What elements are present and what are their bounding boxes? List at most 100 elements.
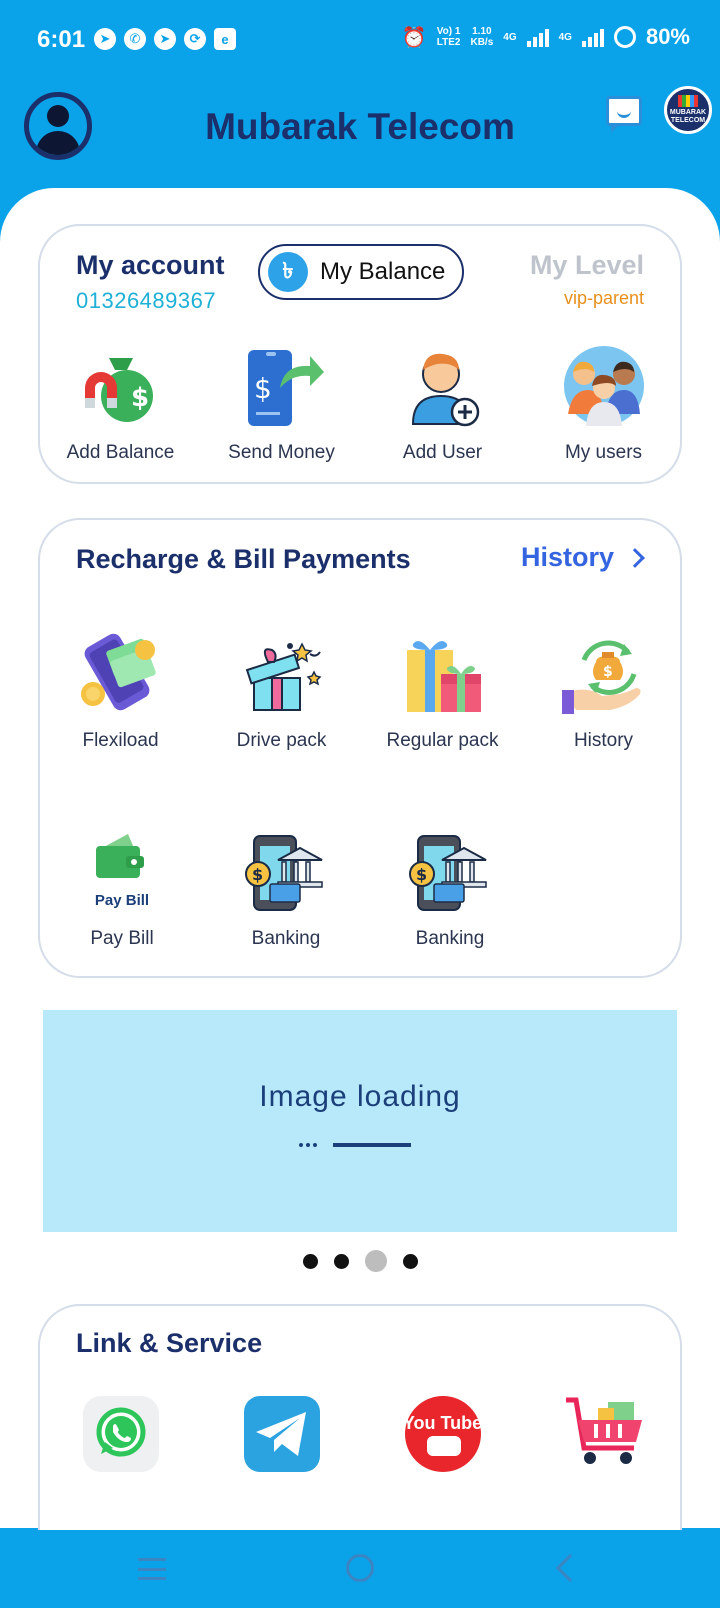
account-phone: 01326489367	[76, 288, 217, 313]
volte-indicator: Vo) 1 LTE2	[436, 26, 461, 48]
gift-boxes-icon	[401, 632, 485, 716]
banking-button[interactable]: $ Banking	[204, 830, 368, 950]
add-user-button[interactable]: Add User	[362, 344, 523, 464]
sim1-type: 4G	[503, 31, 517, 43]
my-users-label: My users	[564, 442, 643, 463]
battery-icon	[613, 26, 636, 48]
add-balance-label: Add Balance	[66, 442, 175, 463]
taka-icon: ৳	[268, 252, 308, 292]
add-user-icon	[401, 344, 485, 428]
whatsapp-link[interactable]	[40, 1392, 201, 1476]
gift-box-icon	[240, 632, 324, 716]
svg-text:$: $	[254, 372, 272, 405]
status-time: 6:01	[37, 26, 86, 53]
svg-text:$: $	[131, 383, 149, 413]
youtube-icon: You Tube	[401, 1392, 485, 1476]
regular-pack-label: Regular pack	[386, 730, 499, 751]
sim2-type: 4G	[558, 31, 572, 43]
promo-banner[interactable]: Image loading	[43, 1010, 677, 1232]
telegram-icon	[240, 1392, 324, 1476]
status-bar: 6:01 ➤ ✆ ➤ ⟳ e ⏰ Vo) 1 LTE2 1.10 KB/s 4G…	[0, 0, 720, 82]
users-group-icon	[562, 344, 646, 428]
pager-dot-4[interactable]	[402, 1253, 418, 1269]
drive-pack-button[interactable]: Drive pack	[201, 632, 362, 752]
recent-apps-icon[interactable]	[138, 1558, 166, 1580]
telegram-notification-icon-2: ➤	[154, 28, 176, 50]
home-icon[interactable]	[346, 1554, 374, 1582]
network-speed: 1.10 KB/s	[470, 26, 494, 48]
history-button[interactable]: $ History	[523, 632, 684, 752]
phone-send-money-icon: $	[240, 344, 324, 428]
loading-dots	[299, 1143, 317, 1147]
wallet-icon: Pay Bill	[80, 830, 164, 914]
recharge-title: Recharge & Bill Payments	[76, 544, 411, 574]
whatsapp-icon	[79, 1392, 163, 1476]
my-users-button[interactable]: My users	[523, 344, 684, 464]
recharge-row-2: Pay Bill Pay Bill $ Banking $ Banking	[40, 830, 684, 950]
mobile-banking-icon: $	[244, 830, 328, 914]
pay-bill-label: Pay Bill	[90, 928, 154, 949]
shop-link[interactable]	[523, 1392, 684, 1476]
flexiload-label: Flexiload	[82, 730, 159, 751]
youtube-logo-text: You Tube	[402, 1413, 483, 1433]
account-title: My account	[76, 250, 225, 280]
pager-dot-2[interactable]	[333, 1253, 349, 1269]
history-label: History	[573, 730, 634, 751]
flexiload-button[interactable]: Flexiload	[40, 632, 201, 752]
send-money-label: Send Money	[228, 442, 335, 463]
svg-text:$: $	[416, 865, 427, 884]
chat-icon[interactable]	[606, 96, 642, 133]
svg-text:$: $	[252, 865, 263, 884]
youtube-link[interactable]: You Tube	[362, 1392, 523, 1476]
main-content: My account 01326489367 ৳ My Balance My L…	[0, 188, 720, 1604]
money-bag-magnet-icon: $	[79, 344, 163, 428]
telegram-notification-icon: ➤	[94, 28, 116, 50]
link-service-row: You Tube	[40, 1392, 684, 1476]
pay-bill-button[interactable]: Pay Bill Pay Bill	[40, 830, 204, 950]
back-icon[interactable]	[555, 1553, 585, 1583]
hand-money-cycle-icon: $	[561, 632, 646, 716]
my-balance-button[interactable]: ৳ My Balance	[258, 244, 464, 300]
link-service-title: Link & Service	[76, 1328, 263, 1358]
system-nav-bar	[0, 1530, 720, 1608]
add-balance-button[interactable]: $ Add Balance	[40, 344, 201, 464]
edge-notification-icon: e	[214, 28, 236, 50]
pay-bill-caption: Pay Bill	[94, 892, 150, 909]
loading-bar	[333, 1143, 411, 1147]
notification-icons: ➤ ✆ ➤ ⟳ e	[94, 28, 236, 50]
account-actions: $ Add Balance $ Send Money Add User My u…	[40, 344, 684, 464]
balance-label: My Balance	[320, 258, 446, 285]
app-header: Mubarak Telecom MUBARAK TELECOM	[0, 82, 720, 192]
battery-percent: 80%	[645, 24, 690, 49]
banner-loading-text: Image loading	[259, 1080, 461, 1113]
regular-pack-button[interactable]: Regular pack	[362, 632, 523, 752]
banking-button-2[interactable]: $ Banking	[368, 830, 532, 950]
status-right: ⏰ Vo) 1 LTE2 1.10 KB/s 4G 4G 80%	[402, 24, 690, 50]
mobile-banking-icon: $	[408, 830, 492, 914]
phone-cash-icon	[79, 632, 163, 716]
svg-text:$: $	[603, 664, 613, 680]
banking-label: Banking	[251, 928, 321, 949]
history-link-label: History	[520, 542, 614, 572]
recharge-row-1: Flexiload Drive pack Regular pack $ Hist…	[40, 632, 684, 752]
shopping-cart-icon	[562, 1392, 646, 1476]
drive-pack-label: Drive pack	[236, 730, 327, 751]
banner-pager	[0, 1250, 720, 1272]
level-value: vip-parent	[563, 288, 644, 308]
sync-notification-icon: ⟳	[184, 28, 206, 50]
signal-icon-1	[526, 27, 549, 47]
pager-dot-3-active[interactable]	[364, 1250, 387, 1272]
level-title: My Level	[529, 250, 644, 280]
recharge-card: Recharge & Bill Payments History Flexilo…	[38, 518, 682, 978]
alarm-icon: ⏰	[401, 26, 427, 49]
brand-logo: MUBARAK TELECOM	[664, 86, 712, 134]
pager-dot-1[interactable]	[302, 1253, 318, 1269]
whatsapp-notification-icon: ✆	[124, 28, 146, 50]
send-money-button[interactable]: $ Send Money	[201, 344, 362, 464]
telegram-link[interactable]	[201, 1392, 362, 1476]
history-link[interactable]: History	[520, 542, 645, 573]
account-card: My account 01326489367 ৳ My Balance My L…	[38, 224, 682, 484]
chevron-right-icon	[625, 547, 645, 568]
signal-icon-2	[581, 27, 604, 47]
add-user-label: Add User	[402, 442, 483, 463]
